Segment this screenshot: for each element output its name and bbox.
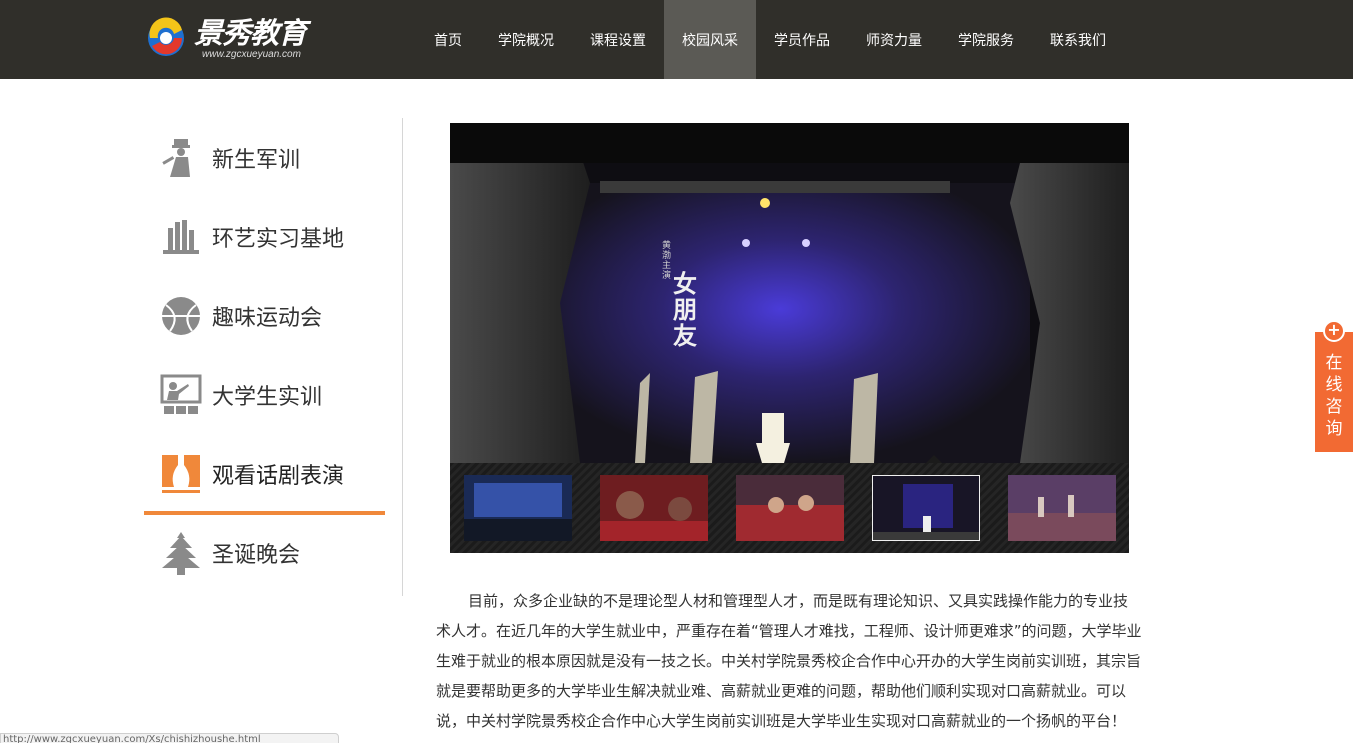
logo-brand-name: 景秀教育 xyxy=(194,15,307,50)
thumbnail-strip xyxy=(450,455,1129,553)
nav-item-home[interactable]: 首页 xyxy=(416,0,480,79)
thumbnail[interactable] xyxy=(736,475,844,541)
thumbnail-selected[interactable] xyxy=(872,475,980,541)
sidebar-item-student-training[interactable]: 大学生实训 xyxy=(144,355,386,434)
thumbnail-pointer xyxy=(926,455,942,463)
nav-item-about[interactable]: 学院概况 xyxy=(480,0,572,79)
thumbnail[interactable] xyxy=(1008,475,1116,541)
sidebar-item-label: 观看话剧表演 xyxy=(212,463,345,489)
ball-icon xyxy=(160,295,202,337)
sidebar-item-sports-meeting[interactable]: 趣味运动会 xyxy=(144,276,386,355)
logo-swirl-icon xyxy=(144,16,192,60)
sidebar-item-label: 圣诞晚会 xyxy=(212,542,301,568)
nav-item-contact[interactable]: 联系我们 xyxy=(1032,0,1124,79)
sidebar-item-label: 环艺实习基地 xyxy=(212,226,345,252)
online-consult-label: 在线咨询 xyxy=(1325,353,1343,439)
logo-url: www.zgcxueyuan.com xyxy=(202,48,301,60)
christmas-tree-icon xyxy=(160,531,202,575)
photo-gallery: 女朋友 黄渤主演 xyxy=(450,123,1129,553)
nav-item-campus[interactable]: 校园风采 xyxy=(664,0,756,79)
sidebar-item-drama[interactable]: 观看话剧表演 xyxy=(144,434,386,515)
buildings-icon xyxy=(160,216,202,258)
sidebar-item-military-training[interactable]: 新生军训 xyxy=(144,118,386,197)
nav-item-faculty[interactable]: 师资力量 xyxy=(848,0,940,79)
online-consult-button[interactable]: + 在线咨询 xyxy=(1315,320,1353,452)
site-header: 景秀教育 www.zgcxueyuan.com 首页 学院概况 课程设置 校园风… xyxy=(0,0,1353,79)
plus-icon: + xyxy=(1323,320,1345,342)
main-nav: 首页 学院概况 课程设置 校园风采 学员作品 师资力量 学院服务 联系我们 xyxy=(416,0,1124,79)
sidebar-divider xyxy=(402,118,403,596)
photo-caption: 女朋友 xyxy=(673,269,697,350)
thumbnail[interactable] xyxy=(464,475,572,541)
sidebar-item-christmas-party[interactable]: 圣诞晚会 xyxy=(144,513,386,592)
article-body: 目前，众多企业缺的不是理论型人材和管理型人才，而是既有理论知识、又具实践操作能力… xyxy=(436,592,1142,730)
sidebar-item-label: 大学生实训 xyxy=(212,384,323,410)
theater-curtain-icon xyxy=(160,453,202,495)
main-photo[interactable] xyxy=(450,123,1129,463)
military-training-icon xyxy=(160,137,202,179)
sidebar-item-label: 趣味运动会 xyxy=(212,305,323,331)
sidebar-item-interior-internship[interactable]: 环艺实习基地 xyxy=(144,197,386,276)
sidebar-menu: 新生军训 环艺实习基地 趣味运动会 大学生实训 观看话剧表演 圣诞晚会 xyxy=(144,118,386,592)
presentation-icon xyxy=(160,374,202,416)
nav-item-courses[interactable]: 课程设置 xyxy=(572,0,664,79)
nav-item-student-works[interactable]: 学员作品 xyxy=(756,0,848,79)
nav-item-services[interactable]: 学院服务 xyxy=(940,0,1032,79)
browser-status-bar: http://www.zgcxueyuan.com/Xs/chishizhous… xyxy=(0,733,339,743)
site-logo[interactable]: 景秀教育 www.zgcxueyuan.com xyxy=(144,10,316,66)
photo-small-caption: 黄渤主演 xyxy=(662,241,672,281)
thumbnail[interactable] xyxy=(600,475,708,541)
sidebar-item-label: 新生军训 xyxy=(212,147,301,173)
